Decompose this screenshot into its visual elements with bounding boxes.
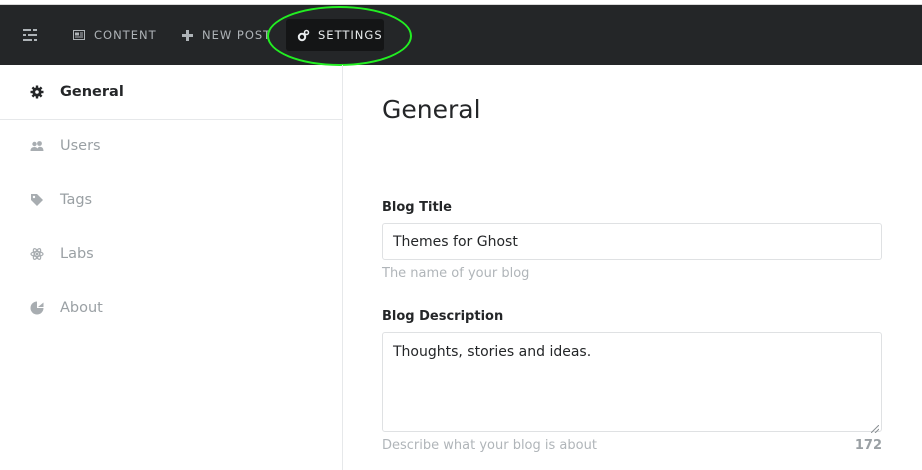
blog-description-textarea[interactable]: Thoughts, stories and ideas. (382, 332, 882, 434)
sidebar-item-users[interactable]: Users (0, 119, 342, 173)
atom-icon (30, 247, 44, 261)
blog-description-value: Thoughts, stories and ideas. (393, 344, 592, 360)
nav-new-post[interactable]: NEW POST (180, 19, 271, 51)
top-navigation-bar: CONTENT NEW POST SETTINGS (0, 5, 922, 65)
sidebar-item-label: About (60, 300, 103, 316)
sidebar-item-about[interactable]: About (0, 281, 342, 335)
sidebar-item-labs[interactable]: Labs (0, 227, 342, 281)
blog-description-label: Blog Description (382, 309, 504, 324)
gear-icon (30, 85, 44, 99)
sidebar-item-label: Users (60, 138, 101, 154)
tag-icon (30, 193, 44, 207)
nav-content[interactable]: CONTENT (72, 19, 157, 51)
settings-main-panel: General Blog Title Themes for Ghost The … (343, 65, 922, 470)
sidebar-item-label: General (60, 84, 124, 100)
blog-title-help: The name of your blog (382, 266, 530, 281)
blog-description-help: Describe what your blog is about (382, 438, 597, 453)
sidebar-item-label: Labs (60, 246, 94, 262)
character-counter: 172 (854, 438, 882, 453)
nav-settings[interactable]: SETTINGS (286, 19, 384, 51)
ghost-icon (30, 301, 44, 315)
nav-settings-label: SETTINGS (318, 28, 383, 42)
sidebar-item-general[interactable]: General (0, 65, 342, 120)
users-icon (30, 139, 44, 153)
resize-handle-icon[interactable] (870, 421, 880, 434)
sidebar-item-tags[interactable]: Tags (0, 173, 342, 227)
settings-sidebar: General Users Tags Labs About (0, 65, 343, 470)
nav-new-post-label: NEW POST (202, 28, 272, 42)
nav-content-label: CONTENT (94, 28, 157, 42)
page-title: General (382, 95, 481, 124)
plus-icon (180, 28, 194, 42)
blog-title-input[interactable]: Themes for Ghost (382, 223, 882, 260)
blog-title-label: Blog Title (382, 200, 452, 215)
sidebar-item-label: Tags (60, 192, 93, 208)
content-icon (72, 28, 86, 42)
gears-icon (296, 28, 310, 42)
menu-toggle-icon[interactable] (20, 25, 40, 45)
